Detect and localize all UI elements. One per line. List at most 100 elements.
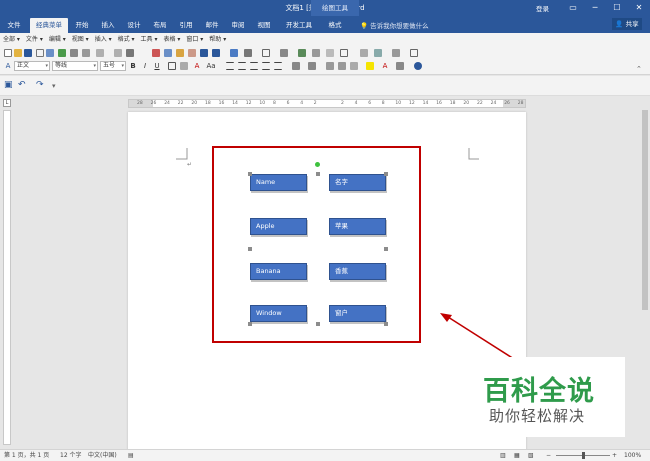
redo-icon[interactable]: ↷ xyxy=(36,80,44,90)
font-color-button[interactable]: A xyxy=(192,61,202,71)
tell-me-box[interactable]: 💡 告诉我你想要做什么 xyxy=(360,20,429,30)
save-icon[interactable] xyxy=(24,49,32,57)
character-shading-icon[interactable] xyxy=(180,62,188,70)
research-icon[interactable] xyxy=(70,49,78,57)
resize-handle[interactable] xyxy=(384,247,388,251)
copy-icon[interactable] xyxy=(164,49,172,57)
resize-handle[interactable] xyxy=(248,172,252,176)
resize-handle[interactable] xyxy=(384,172,388,176)
open-folder-icon[interactable] xyxy=(14,49,22,57)
print-preview-icon[interactable] xyxy=(46,49,54,57)
menu-file[interactable]: 文件 ▾ xyxy=(23,34,46,46)
increase-indent-icon[interactable] xyxy=(338,62,346,70)
tab-layout[interactable]: 布局 xyxy=(150,18,170,33)
text-effects-icon[interactable] xyxy=(396,62,404,70)
tab-design[interactable]: 设计 xyxy=(124,18,144,33)
menu-table[interactable]: 表格 ▾ xyxy=(160,34,183,46)
horizontal-ruler[interactable]: 28 26 24 22 20 18 16 14 12 10 8 6 4 2 2 4 6 8 10 12 14 16 18 20… xyxy=(128,99,526,108)
rotation-handle[interactable] xyxy=(315,162,320,167)
align-center-icon[interactable] xyxy=(238,62,246,70)
undo-icon[interactable]: ↶ xyxy=(18,80,26,90)
insert-table-icon[interactable] xyxy=(262,49,270,57)
tab-classic-menu[interactable]: 经典菜单 xyxy=(30,18,68,33)
word-count[interactable]: 12 个字 xyxy=(60,450,82,461)
maximize-button[interactable]: ☐ xyxy=(606,0,628,16)
tab-selector-icon[interactable]: L xyxy=(3,99,11,107)
zoom-level[interactable]: 100% xyxy=(624,450,641,461)
minimize-button[interactable]: ─ xyxy=(584,0,606,16)
abc-icon[interactable] xyxy=(96,49,104,57)
document-map-icon[interactable] xyxy=(312,49,320,57)
field-left-4[interactable]: Window xyxy=(250,305,307,322)
tab-insert[interactable]: 插入 xyxy=(98,18,118,33)
save-icon[interactable]: ▣ xyxy=(4,80,13,90)
field-right-3[interactable]: 香蕉 xyxy=(329,263,386,280)
field-left-2[interactable]: Apple xyxy=(250,218,307,235)
highlight-icon[interactable] xyxy=(366,62,374,70)
field-left-3[interactable]: Banana xyxy=(250,263,307,280)
zoom-out-icon[interactable]: − xyxy=(546,450,551,461)
align-right-icon[interactable] xyxy=(250,62,258,70)
login-link[interactable]: 登录 xyxy=(536,3,549,13)
columns-icon[interactable] xyxy=(280,49,288,57)
menu-format[interactable]: 格式 ▾ xyxy=(115,34,138,46)
italic-button[interactable]: I xyxy=(140,61,150,71)
tab-format[interactable]: 格式 xyxy=(324,18,346,33)
bullets-icon[interactable] xyxy=(308,62,316,70)
shapes-icon[interactable] xyxy=(360,49,368,57)
translate-icon[interactable] xyxy=(82,49,90,57)
frame-icon[interactable] xyxy=(410,49,418,57)
menu-window[interactable]: 窗口 ▾ xyxy=(183,34,206,46)
new-document-icon[interactable] xyxy=(4,49,12,57)
customize-qat-icon[interactable]: ▾ xyxy=(52,82,56,90)
tab-mailings[interactable]: 邮件 xyxy=(202,18,222,33)
bold-button[interactable]: B xyxy=(128,61,138,71)
vertical-ruler[interactable] xyxy=(3,110,11,445)
distribute-icon[interactable] xyxy=(274,62,282,70)
page-count[interactable]: 第 1 页，共 1 页 xyxy=(4,450,49,461)
share-button[interactable]: 👤 共享 xyxy=(612,18,642,30)
resize-handle[interactable] xyxy=(384,322,388,326)
character-border-icon[interactable] xyxy=(168,62,176,70)
word-count-icon[interactable] xyxy=(126,49,134,57)
tab-developer[interactable]: 开发工具 xyxy=(282,18,316,33)
resize-handle[interactable] xyxy=(316,172,320,176)
style-select[interactable]: 正文 ▾ xyxy=(14,61,50,71)
borders-icon[interactable] xyxy=(350,62,358,70)
thesaurus-icon[interactable] xyxy=(114,49,122,57)
resize-handle[interactable] xyxy=(316,322,320,326)
menu-view[interactable]: 视图 ▾ xyxy=(69,34,92,46)
spelling-icon[interactable] xyxy=(58,49,66,57)
field-right-1[interactable]: 名字 xyxy=(329,174,386,191)
menu-all[interactable]: 全部 ▾ xyxy=(0,34,23,46)
hyperlink-icon[interactable] xyxy=(230,49,238,57)
scrollbar-thumb[interactable] xyxy=(642,110,648,310)
styles-icon[interactable]: A xyxy=(3,61,13,71)
tab-file[interactable]: 文件 xyxy=(4,18,24,33)
underline-button[interactable]: U xyxy=(152,61,162,71)
justify-icon[interactable] xyxy=(262,62,270,70)
paste-icon[interactable] xyxy=(176,49,184,57)
align-left-icon[interactable] xyxy=(226,62,234,70)
cut-icon[interactable] xyxy=(152,49,160,57)
font-select[interactable]: 等线 ▾ xyxy=(52,61,98,71)
help-icon[interactable] xyxy=(414,62,422,70)
menu-edit[interactable]: 编辑 ▾ xyxy=(46,34,69,46)
menu-insert[interactable]: 插入 ▾ xyxy=(92,34,115,46)
tab-view[interactable]: 视图 xyxy=(254,18,274,33)
numbering-icon[interactable] xyxy=(292,62,300,70)
zoom-icon[interactable] xyxy=(340,49,348,57)
tab-review[interactable]: 审阅 xyxy=(228,18,248,33)
change-case-button[interactable]: Aa xyxy=(204,61,218,71)
print-layout-icon[interactable]: ▦ xyxy=(514,450,520,461)
macro-record-icon[interactable]: ▤ xyxy=(128,450,134,461)
format-painter-icon[interactable] xyxy=(188,49,196,57)
web-layout-icon[interactable]: ▧ xyxy=(528,450,534,461)
font-color-icon[interactable]: A xyxy=(380,61,390,71)
menu-help[interactable]: 帮助 ▾ xyxy=(206,34,229,46)
language-indicator[interactable]: 中文(中国) xyxy=(88,450,117,461)
print-icon[interactable] xyxy=(36,49,44,57)
tab-references[interactable]: 引用 xyxy=(176,18,196,33)
field-right-2[interactable]: 苹果 xyxy=(329,218,386,235)
collapse-ribbon-icon[interactable]: ⌃ xyxy=(636,65,642,73)
